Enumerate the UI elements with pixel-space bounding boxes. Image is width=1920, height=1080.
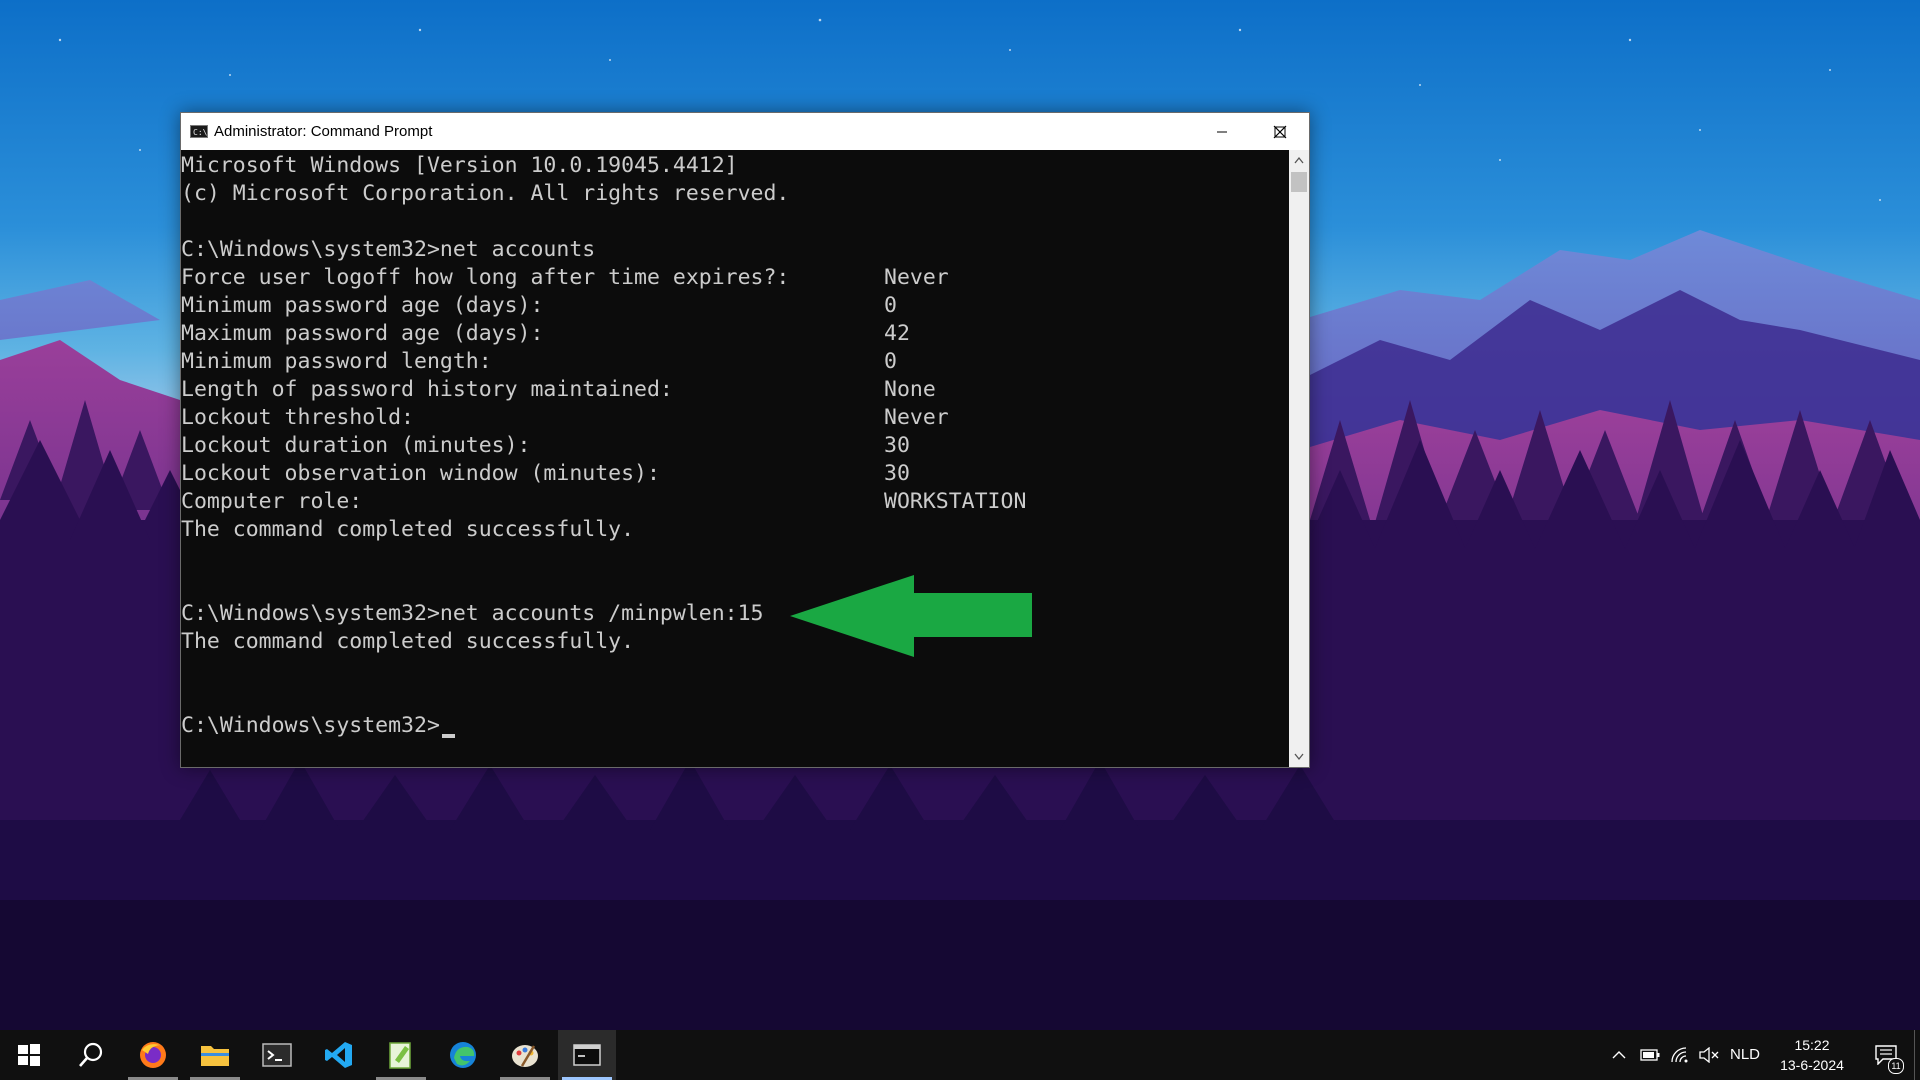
notepad-plus-icon — [389, 1042, 411, 1069]
battery-button[interactable] — [1638, 1030, 1662, 1080]
command-prompt-icon — [573, 1044, 601, 1066]
taskbar-vscode[interactable] — [310, 1030, 368, 1080]
close-icon — [1273, 125, 1287, 138]
console-command: C:\Windows\system32>net accounts — [181, 237, 596, 262]
firefox-icon — [140, 1042, 166, 1068]
setting-label: Force user logoff how long after time ex… — [181, 265, 790, 290]
paint-icon — [512, 1045, 538, 1067]
console-command: C:\Windows\system32>net accounts /minpwl… — [181, 601, 764, 626]
setting-value: 0 — [884, 349, 897, 374]
taskbar-paint[interactable] — [496, 1030, 554, 1080]
text-cursor — [442, 734, 455, 738]
chevron-up-icon — [1612, 1051, 1626, 1059]
setting-label: Maximum password age (days): — [181, 321, 544, 346]
scroll-thumb[interactable] — [1291, 172, 1307, 192]
setting-label: Computer role: — [181, 489, 363, 514]
setting-value: 42 — [884, 321, 910, 346]
chevron-down-icon — [1294, 753, 1304, 761]
taskbar-firefox[interactable] — [124, 1030, 182, 1080]
wifi-icon — [1671, 1047, 1688, 1063]
network-button[interactable] — [1668, 1030, 1692, 1080]
desktop-wallpaper: C:\ Administrator: Command Prompt Micros… — [0, 0, 1920, 1030]
scroll-down-button[interactable] — [1289, 747, 1309, 767]
setting-value: 30 — [884, 461, 910, 486]
volume-muted-icon — [1699, 1047, 1719, 1063]
show-hidden-icons-button[interactable] — [1608, 1030, 1630, 1080]
console-line: Microsoft Windows [Version 10.0.19045.44… — [181, 153, 738, 178]
setting-label: Minimum password age (days): — [181, 293, 544, 318]
console-output[interactable]: Microsoft Windows [Version 10.0.19045.44… — [181, 150, 1289, 767]
file-explorer-icon — [201, 1046, 229, 1066]
vertical-scrollbar[interactable] — [1289, 150, 1309, 767]
console-line: (c) Microsoft Corporation. All rights re… — [181, 181, 790, 206]
start-button[interactable] — [0, 1030, 58, 1080]
title-bar[interactable]: C:\ Administrator: Command Prompt — [181, 113, 1309, 150]
show-desktop-button[interactable] — [1914, 1030, 1920, 1080]
status-message: The command completed successfully. — [181, 629, 635, 654]
window-title: Administrator: Command Prompt — [214, 123, 433, 140]
notification-count-badge: 11 — [1888, 1058, 1904, 1074]
terminal-icon — [262, 1043, 292, 1067]
taskbar-edge[interactable] — [434, 1030, 492, 1080]
cmd-icon: C:\ — [190, 125, 208, 138]
setting-label: Lockout threshold: — [181, 405, 414, 430]
setting-label: Minimum password length: — [181, 349, 492, 374]
taskbar-command-prompt[interactable] — [558, 1030, 616, 1080]
setting-value: WORKSTATION — [884, 489, 1027, 514]
edge-icon — [450, 1042, 476, 1068]
scroll-up-button[interactable] — [1289, 150, 1309, 170]
setting-value: Never — [884, 265, 949, 290]
minimize-icon — [1217, 131, 1227, 132]
taskbar-terminal[interactable] — [248, 1030, 306, 1080]
annotation-arrow-icon — [790, 575, 1032, 657]
clock[interactable]: 15:22 13-6-2024 — [1772, 1035, 1852, 1075]
clock-date: 13-6-2024 — [1780, 1057, 1844, 1073]
search-icon — [79, 1042, 103, 1067]
chevron-up-icon — [1294, 156, 1304, 164]
setting-value: None — [884, 377, 936, 402]
command-prompt-window[interactable]: C:\ Administrator: Command Prompt Micros… — [180, 112, 1310, 768]
start-icon — [18, 1044, 40, 1066]
vscode-icon — [325, 1042, 352, 1068]
search-button[interactable] — [62, 1030, 120, 1080]
volume-button[interactable] — [1697, 1030, 1721, 1080]
setting-label: Lockout observation window (minutes): — [181, 461, 660, 486]
status-message: The command completed successfully. — [181, 517, 635, 542]
console-prompt: C:\Windows\system32> — [181, 713, 440, 738]
minimize-button[interactable] — [1193, 113, 1251, 150]
setting-value: 30 — [884, 433, 910, 458]
setting-value: Never — [884, 405, 949, 430]
setting-label: Length of password history maintained: — [181, 377, 673, 402]
clock-time: 15:22 — [1794, 1037, 1830, 1053]
setting-label: Lockout duration (minutes): — [181, 433, 531, 458]
battery-icon — [1640, 1049, 1660, 1061]
taskbar-file-explorer[interactable] — [186, 1030, 244, 1080]
taskbar-notepad-plus[interactable] — [372, 1030, 430, 1080]
close-button[interactable] — [1251, 113, 1309, 150]
taskbar: NLD 15:22 13-6-2024 11 — [0, 1030, 1920, 1080]
input-language-indicator[interactable]: NLD — [1730, 1030, 1760, 1080]
setting-value: 0 — [884, 293, 897, 318]
